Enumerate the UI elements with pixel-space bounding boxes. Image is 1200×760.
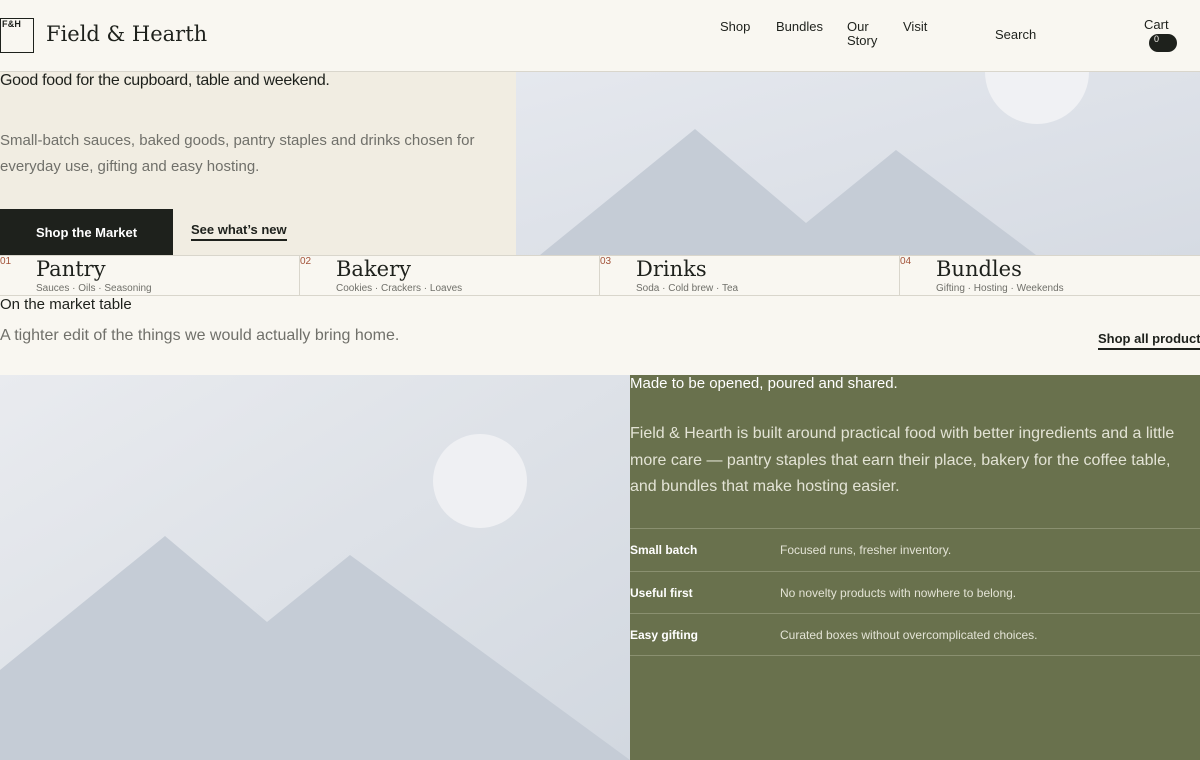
category-pantry[interactable]: 01 Pantry Sauces · Oils · Seasoning xyxy=(0,256,300,295)
market-section-body: A tighter edit of the things we would ac… xyxy=(0,327,400,344)
story-panel: Made to be opened, poured and shared. Fi… xyxy=(630,375,1200,760)
category-title: Drinks xyxy=(636,257,707,281)
category-title: Pantry xyxy=(36,257,106,281)
category-number: 04 xyxy=(900,256,912,267)
nav-visit[interactable]: Visit xyxy=(903,20,927,34)
feature-name: Small batch xyxy=(630,543,698,557)
feature-row: Easy gifting Curated boxes without overc… xyxy=(630,613,1200,656)
nav-shop[interactable]: Shop xyxy=(720,20,750,34)
site-header: F&H Field & Hearth Shop Bundles Our Stor… xyxy=(0,0,1200,72)
category-title: Bundles xyxy=(936,257,1022,281)
category-subtitle: Soda · Cold brew · Tea xyxy=(636,283,739,294)
hero-body: Small-batch sauces, baked goods, pantry … xyxy=(0,132,475,175)
feature-row: Small batch Focused runs, fresher invent… xyxy=(630,528,1200,571)
feature-description: Focused runs, fresher inventory. xyxy=(780,543,952,557)
market-section-title: On the market table xyxy=(0,296,132,313)
cart-count-badge[interactable]: 0 xyxy=(1149,34,1177,52)
shop-the-market-button[interactable]: Shop the Market xyxy=(0,209,173,255)
logo[interactable]: F&H xyxy=(0,18,34,53)
search-button[interactable]: Search xyxy=(995,27,1036,42)
see-whats-new-link[interactable]: See what’s new xyxy=(191,222,287,241)
story-body: Field & Hearth is built around practical… xyxy=(630,425,1175,495)
brand-name[interactable]: Field & Hearth xyxy=(46,22,207,46)
hero-image-placeholder-icon xyxy=(516,72,1200,255)
category-number: 03 xyxy=(600,256,612,267)
feature-description: No novelty products with nowhere to belo… xyxy=(780,586,1017,600)
logo-mark: F&H xyxy=(2,19,22,29)
category-subtitle: Cookies · Crackers · Loaves xyxy=(336,283,463,294)
story-title: Made to be opened, poured and shared. xyxy=(630,375,898,392)
category-drinks[interactable]: 03 Drinks Soda · Cold brew · Tea xyxy=(600,256,900,295)
category-subtitle: Sauces · Oils · Seasoning xyxy=(36,283,152,294)
shop-all-products-link[interactable]: Shop all products xyxy=(1098,331,1200,350)
category-bundles[interactable]: 04 Bundles Gifting · Hosting · Weekends xyxy=(900,256,1199,295)
hero-title: Good food for the cupboard, table and we… xyxy=(0,72,330,89)
nav-bundles[interactable]: Bundles xyxy=(776,20,823,34)
category-strip: 01 Pantry Sauces · Oils · Seasoning 02 B… xyxy=(0,255,1200,296)
cart-link[interactable]: Cart xyxy=(1144,17,1169,32)
feature-divider xyxy=(630,655,1200,656)
feature-row: Useful first No novelty products with no… xyxy=(630,571,1200,614)
feature-description: Curated boxes without overcomplicated ch… xyxy=(780,628,1038,642)
nav-our-story[interactable]: Our Story xyxy=(847,20,887,48)
feature-name: Easy gifting xyxy=(630,628,699,642)
story-image-placeholder-icon xyxy=(0,375,630,760)
category-bakery[interactable]: 02 Bakery Cookies · Crackers · Loaves xyxy=(300,256,600,295)
cart-count: 0 xyxy=(1154,34,1160,44)
category-title: Bakery xyxy=(336,257,412,281)
feature-name: Useful first xyxy=(630,586,693,600)
category-number: 01 xyxy=(0,256,12,267)
category-subtitle: Gifting · Hosting · Weekends xyxy=(936,283,1064,294)
category-number: 02 xyxy=(300,256,312,267)
